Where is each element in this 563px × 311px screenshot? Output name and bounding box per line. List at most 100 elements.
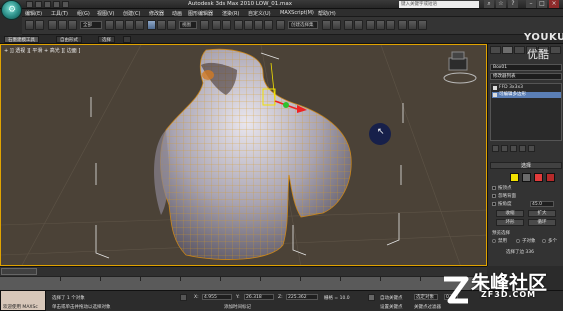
perspective-viewport[interactable]: + ]] 透视 ][ 平滑 + 高光 ][ 边面 ] ↖ — [0, 44, 487, 266]
edit-named-selection-icon[interactable] — [276, 20, 285, 30]
rendered-frame-window-icon[interactable] — [408, 20, 417, 30]
ribbon-toggle-icon[interactable] — [123, 36, 131, 43]
preview-off-radio[interactable]: 禁用 — [492, 238, 507, 244]
mirror-icon[interactable] — [322, 20, 331, 30]
help-icon[interactable]: ? — [508, 0, 518, 8]
undo-icon[interactable] — [25, 20, 34, 30]
window-crossing-icon[interactable] — [135, 20, 144, 30]
maximize-button[interactable]: □ — [537, 0, 547, 8]
menu-tools[interactable]: 工具(T) — [51, 10, 68, 17]
menu-views[interactable]: 视图(V) — [97, 10, 114, 17]
snaps-toggle-icon[interactable] — [234, 20, 243, 30]
create-tab-icon[interactable] — [490, 46, 501, 54]
maxscript-listener[interactable]: 欢迎使用 MAXSc — [0, 290, 46, 311]
menu-animation[interactable]: 动画 — [172, 10, 182, 17]
select-by-name-icon[interactable] — [115, 20, 124, 30]
application-menu-button[interactable]: ⚙ — [1, 0, 22, 20]
infocenter-icon[interactable]: ⌕ — [484, 0, 494, 8]
modifier-list-dropdown[interactable]: 修改器列表 — [490, 73, 562, 80]
object-name-field[interactable]: Box01 — [490, 64, 562, 71]
align-icon[interactable] — [332, 20, 341, 30]
pin-stack-icon[interactable] — [492, 145, 499, 152]
grow-button[interactable]: 扩大 — [528, 210, 556, 217]
curve-editor-icon[interactable] — [366, 20, 375, 30]
auto-key-button[interactable]: 自动关键点 — [380, 295, 403, 301]
menu-create[interactable]: 创建(C) — [123, 10, 140, 17]
keyboard-shortcut-icon[interactable] — [222, 20, 231, 30]
utilities-tab-icon[interactable] — [550, 46, 561, 54]
key-icon[interactable] — [368, 294, 375, 301]
spinner-snap-icon[interactable] — [264, 20, 273, 30]
menu-rendering[interactable]: 渲染(R) — [222, 10, 239, 17]
set-key-button[interactable]: 设置关键点 — [380, 304, 403, 310]
viewcube-icon[interactable] — [439, 48, 481, 92]
open-icon[interactable] — [35, 1, 42, 8]
show-end-result-icon[interactable] — [501, 145, 508, 152]
unlink-icon[interactable] — [58, 20, 67, 30]
close-button[interactable]: × — [549, 0, 559, 8]
menu-modifiers[interactable]: 修改器 — [149, 10, 164, 17]
ignore-backfacing-checkbox[interactable]: 忽略背面 — [492, 193, 516, 199]
ring-button[interactable]: 环形 — [496, 219, 524, 226]
pivot-center-icon[interactable] — [200, 20, 209, 30]
render-production-icon[interactable] — [418, 20, 427, 30]
search-input[interactable]: 键入关键字或短语 — [399, 1, 479, 8]
schematic-view-icon[interactable] — [376, 20, 385, 30]
tab-graphite-modeling[interactable]: 石墨建模工具 — [4, 36, 39, 43]
select-scale-icon[interactable] — [167, 20, 176, 30]
selection-filter-dropdown[interactable]: 全部 — [80, 21, 102, 29]
bind-spacewarp-icon[interactable] — [68, 20, 77, 30]
tab-freeform[interactable]: 自由形式 — [56, 36, 82, 43]
vertex-mode-button[interactable] — [510, 173, 519, 182]
make-unique-icon[interactable] — [510, 145, 517, 152]
menu-edit[interactable]: 编辑(E) — [25, 10, 42, 17]
graphite-toggle-icon[interactable] — [354, 20, 363, 30]
key-filters-button[interactable]: 关键点过滤器 — [414, 304, 441, 310]
preview-subobject-radio[interactable]: 子对象 — [516, 238, 536, 244]
lightbulb-icon[interactable] — [493, 86, 497, 90]
add-time-tag-button[interactable]: 添加时间标记 — [224, 304, 251, 310]
named-selection-dropdown[interactable]: 创建选择集 — [288, 21, 318, 29]
rectangular-selection-icon[interactable] — [125, 20, 134, 30]
layer-manager-icon[interactable] — [344, 20, 353, 30]
redo-icon[interactable] — [62, 1, 69, 8]
select-move-icon[interactable] — [147, 20, 156, 30]
select-object-icon[interactable] — [105, 20, 114, 30]
configure-modifier-sets-icon[interactable] — [528, 145, 535, 152]
menu-maxscript[interactable]: MAXScript(M) — [280, 10, 314, 16]
render-setup-icon[interactable] — [398, 20, 407, 30]
z-coordinate-field[interactable]: 225.362 — [286, 294, 318, 300]
track-bar[interactable] — [0, 276, 487, 290]
angle-spinner[interactable]: 45.0 — [530, 201, 554, 207]
hierarchy-tab-icon[interactable] — [514, 46, 525, 54]
select-rotate-icon[interactable] — [157, 20, 166, 30]
link-icon[interactable] — [48, 20, 57, 30]
key-mode-dropdown[interactable]: 选定对象 — [414, 294, 438, 300]
loop-button[interactable]: 循环 — [528, 219, 556, 226]
edge-mode-button[interactable] — [522, 173, 531, 182]
star-icon[interactable]: ☆ — [496, 0, 506, 8]
new-icon[interactable] — [26, 1, 33, 8]
redo-icon[interactable] — [35, 20, 44, 30]
y-coordinate-field[interactable]: 26.318 — [244, 294, 274, 300]
save-icon[interactable] — [44, 1, 51, 8]
angle-snap-icon[interactable] — [244, 20, 253, 30]
polygon-mode-button[interactable] — [546, 173, 555, 182]
minimize-button[interactable]: – — [526, 0, 536, 8]
border-mode-button[interactable] — [534, 173, 543, 182]
viewport-label[interactable]: + ]] 透视 ][ 平滑 + 高光 ][ 边面 ] — [4, 47, 80, 54]
select-manipulate-icon[interactable] — [212, 20, 221, 30]
selection-rollout-header[interactable]: 选择 — [490, 162, 562, 169]
stack-item-editable-poly[interactable]: 可编辑多边形 — [492, 92, 561, 98]
time-slider[interactable]: 0 / 100 — [0, 266, 487, 276]
percent-snap-icon[interactable] — [254, 20, 263, 30]
stack-item-ffd[interactable]: FFD 3x3x3 — [492, 85, 561, 91]
by-vertex-checkbox[interactable]: 按顶点 — [492, 185, 512, 191]
lightbulb-icon[interactable] — [493, 93, 497, 97]
menu-group[interactable]: 组(G) — [77, 10, 90, 17]
torso-mesh[interactable] — [154, 48, 352, 260]
material-editor-icon[interactable] — [386, 20, 395, 30]
x-coordinate-field[interactable]: 4.955 — [202, 294, 232, 300]
menu-graph-editors[interactable]: 图形编辑器 — [188, 10, 213, 17]
remove-modifier-icon[interactable] — [519, 145, 526, 152]
